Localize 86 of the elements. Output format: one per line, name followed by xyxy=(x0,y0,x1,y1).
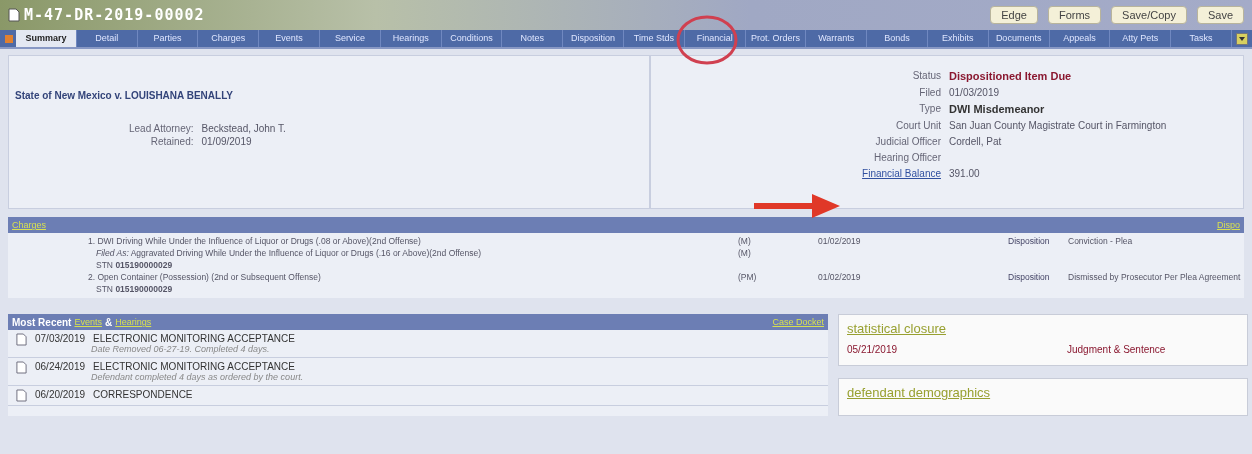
field-value: Cordell, Pat xyxy=(949,136,1003,147)
charge-degree: (M) xyxy=(737,236,752,246)
tab[interactable]: Service xyxy=(320,30,381,47)
stn-number: 015190000029 xyxy=(115,284,173,294)
field-value: DWI Misdemeanor xyxy=(949,103,1046,115)
event-note: Defendant completed 4 days as ordered by the court. xyxy=(90,372,304,382)
field-label: Retained: xyxy=(149,136,194,147)
field-value: San Juan County Magistrate Court in Farmington xyxy=(949,120,1167,131)
card-title-link[interactable]: defendant demographics xyxy=(847,385,991,400)
event-title: CORRESPONDENCE xyxy=(93,389,193,400)
filed-as-label: Filed As: xyxy=(96,248,129,258)
charge-text: 2. Open Container (Possession) (2nd or Subsequent Offense) xyxy=(87,272,322,282)
event-date: 06/20/2019 xyxy=(35,389,86,400)
tab[interactable]: Summary xyxy=(16,30,77,47)
field-label: Hearing Officer xyxy=(872,152,941,163)
tab[interactable]: Time Stds xyxy=(623,30,685,47)
field-value: 01/09/2019 xyxy=(201,136,253,147)
events-link[interactable]: Events xyxy=(74,317,102,327)
header-button[interactable]: Forms xyxy=(1047,6,1102,24)
arrow-icon xyxy=(752,191,842,221)
disposition-label: Disposition xyxy=(1008,272,1051,282)
ampersand: & xyxy=(104,316,113,328)
financial-balance-link[interactable]: Financial Balance xyxy=(651,168,941,179)
document-icon xyxy=(8,8,20,22)
tab[interactable]: Conditions xyxy=(441,30,503,47)
field-label: Type xyxy=(918,103,941,115)
field-value: 01/03/2019 xyxy=(949,87,1001,98)
field-label: Lead Attorney: xyxy=(129,123,194,134)
section-title: Most Recent xyxy=(12,316,72,328)
tab[interactable]: Appeals xyxy=(1049,30,1111,47)
tab[interactable]: Hearings xyxy=(380,30,442,47)
disposition-value: Dismissed by Prosecutor Per Plea Agreement xyxy=(1067,272,1241,282)
disposition-value: Conviction - Plea xyxy=(1067,236,1133,246)
tab[interactable]: Bonds xyxy=(867,30,928,47)
event-title: ELECTRONIC MONITORING ACCEPTANCE xyxy=(93,361,295,372)
card-title-link[interactable]: statistical closure xyxy=(847,321,946,336)
field-label: Court Unit xyxy=(895,120,941,131)
disposition-label: Disposition xyxy=(1008,236,1051,246)
tab[interactable]: Financial xyxy=(684,30,746,47)
card-date: 05/21/2019 xyxy=(847,344,899,355)
tab[interactable]: Exhibits xyxy=(927,30,989,47)
stn-label: STN xyxy=(96,260,113,270)
charge-degree: (M) xyxy=(737,248,752,258)
tab[interactable]: Warrants xyxy=(806,30,868,47)
case-docket-link[interactable]: Case Docket xyxy=(772,317,824,327)
stn-label: STN xyxy=(96,284,113,294)
document-icon xyxy=(16,389,27,402)
highlight-circle xyxy=(675,14,739,66)
event-date: 07/03/2019 xyxy=(35,333,86,344)
card-value: Judgment & Sentence xyxy=(1067,344,1166,355)
tab[interactable]: Events xyxy=(259,30,320,47)
field-label: Status xyxy=(911,70,941,82)
event-title: ELECTRONIC MONITORING ACCEPTANCE xyxy=(93,333,295,344)
charge-degree: (PM) xyxy=(737,272,758,282)
event-note: Date Removed 06-27-19. Completed 4 days. xyxy=(90,344,271,354)
tab[interactable]: Detail xyxy=(76,30,138,47)
charges-link[interactable]: Charges xyxy=(12,220,47,230)
field-value: 391.00 xyxy=(949,168,981,179)
expand-icon[interactable] xyxy=(1235,32,1248,45)
header-button[interactable]: Save xyxy=(1196,6,1244,24)
document-icon xyxy=(16,333,27,346)
case-number: M-47-DR-2019-00002 xyxy=(24,6,205,24)
header-button[interactable]: Edge xyxy=(990,6,1038,24)
field-label: Judicial Officer xyxy=(874,136,941,147)
tab[interactable]: Tasks xyxy=(1171,30,1232,47)
charge-text: Aggravated Driving While Under the Influence of Liquor or Drugs (.16 or Above)(2nd Offense) xyxy=(130,248,482,258)
field-value: Beckstead, John T. xyxy=(201,123,286,134)
field-label: Filed xyxy=(918,87,941,98)
disposition-link[interactable]: Dispo xyxy=(1217,220,1240,230)
charge-text: 1. DWI Driving While Under the Influence of Liquor or Drugs (.08 or Above)(2nd Offense) xyxy=(87,236,422,246)
tab[interactable]: Documents xyxy=(988,30,1050,47)
tab[interactable]: Parties xyxy=(137,30,199,47)
tab[interactable]: Notes xyxy=(502,30,564,47)
tab[interactable]: Atty Pets xyxy=(1110,30,1172,47)
field-value: Dispositioned Item Due xyxy=(949,70,1073,82)
charge-date: 01/02/2019 xyxy=(817,236,862,246)
hearings-link[interactable]: Hearings xyxy=(115,317,152,327)
event-date: 06/24/2019 xyxy=(35,361,86,372)
header-button[interactable]: Save/Copy xyxy=(1111,6,1187,24)
stn-number: 015190000029 xyxy=(115,260,173,270)
document-icon xyxy=(16,361,27,374)
tab[interactable]: Charges xyxy=(198,30,260,47)
case-title: State of New Mexico v. LOUISHANA BENALLY xyxy=(14,90,234,101)
tab[interactable]: Disposition xyxy=(563,30,624,47)
charge-date: 01/02/2019 xyxy=(817,272,862,282)
tab[interactable]: Prot. Orders xyxy=(745,30,807,47)
